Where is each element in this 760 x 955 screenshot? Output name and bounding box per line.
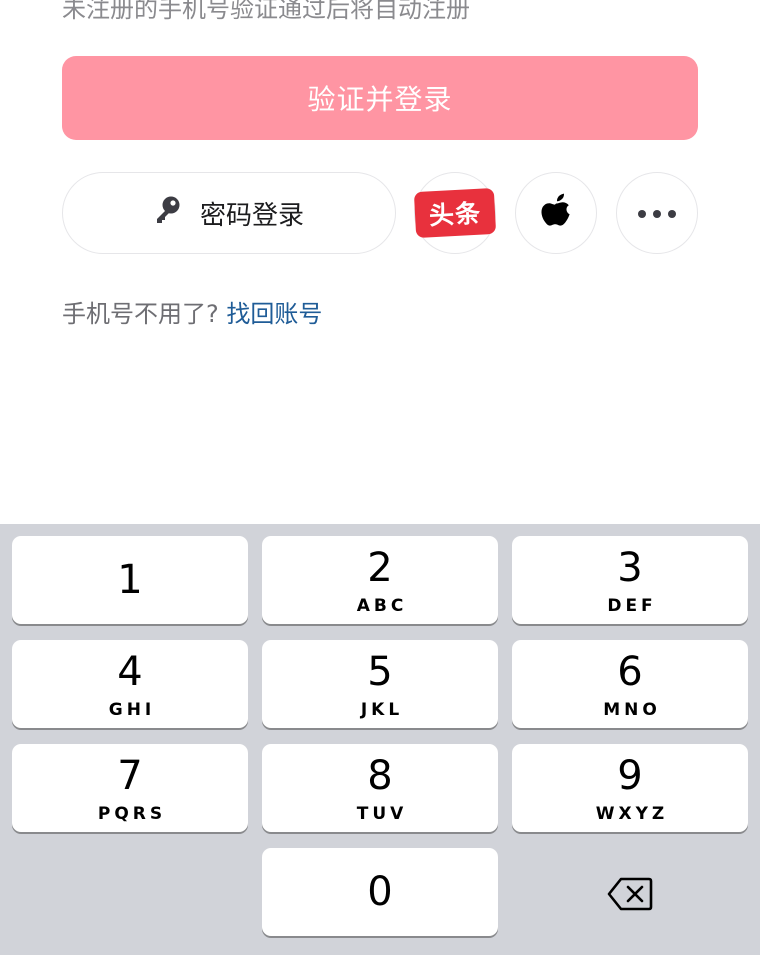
verify-login-button[interactable]: 验证并登录: [62, 56, 698, 140]
key-letters: ABC: [356, 596, 408, 616]
auto-register-hint: 未注册的手机号验证通过后将自动注册: [62, 0, 470, 23]
key-letters: GHI: [108, 700, 156, 720]
recover-account-row: 手机号不用了? 找回账号: [62, 294, 322, 329]
key-6[interactable]: 6 MNO: [512, 640, 748, 728]
backspace-icon: [607, 876, 653, 916]
key-letters: DEF: [607, 596, 657, 616]
key-letters: PQRS: [97, 804, 167, 824]
key-0[interactable]: 0: [262, 848, 498, 936]
key-1[interactable]: 1: [12, 536, 248, 624]
key-digit: 2: [367, 545, 393, 591]
key-digit: 8: [367, 753, 393, 799]
password-login-button[interactable]: 密码登录: [62, 172, 396, 254]
apple-icon: [540, 193, 572, 233]
key-9[interactable]: 9 WXYZ: [512, 744, 748, 832]
key-digit: 9: [617, 753, 643, 799]
key-digit: 7: [117, 753, 143, 799]
apple-login-button[interactable]: [515, 172, 597, 254]
key-letters: JKL: [360, 700, 404, 720]
key-digit: 5: [367, 649, 393, 695]
recover-prompt: 手机号不用了?: [62, 300, 219, 328]
numeric-keypad: 1 2 ABC 3 DEF 4 GHI 5 JKL 6 MNO 7 PQRS 8…: [0, 524, 760, 955]
key-7[interactable]: 7 PQRS: [12, 744, 248, 832]
key-2[interactable]: 2 ABC: [262, 536, 498, 624]
toutiao-login-button[interactable]: 头条: [413, 172, 497, 254]
key-digit: 0: [367, 869, 393, 915]
key-8[interactable]: 8 TUV: [262, 744, 498, 832]
key-digit: 3: [617, 545, 643, 591]
toutiao-logo: 头条: [413, 187, 497, 239]
delete-key[interactable]: [512, 852, 748, 940]
more-icon: [637, 204, 677, 223]
key-letters: TUV: [356, 804, 408, 824]
key-digit: 6: [617, 649, 643, 695]
password-login-label: 密码登录: [199, 200, 304, 231]
key-digit: 1: [117, 557, 143, 603]
key-digit: 4: [117, 649, 143, 695]
key-letters: MNO: [603, 700, 661, 720]
key-icon: [154, 195, 182, 232]
key-3[interactable]: 3 DEF: [512, 536, 748, 624]
more-options-button[interactable]: [616, 172, 698, 254]
key-5[interactable]: 5 JKL: [262, 640, 498, 728]
recover-account-link[interactable]: 找回账号: [226, 300, 322, 328]
key-4[interactable]: 4 GHI: [12, 640, 248, 728]
key-letters: WXYZ: [595, 804, 669, 824]
